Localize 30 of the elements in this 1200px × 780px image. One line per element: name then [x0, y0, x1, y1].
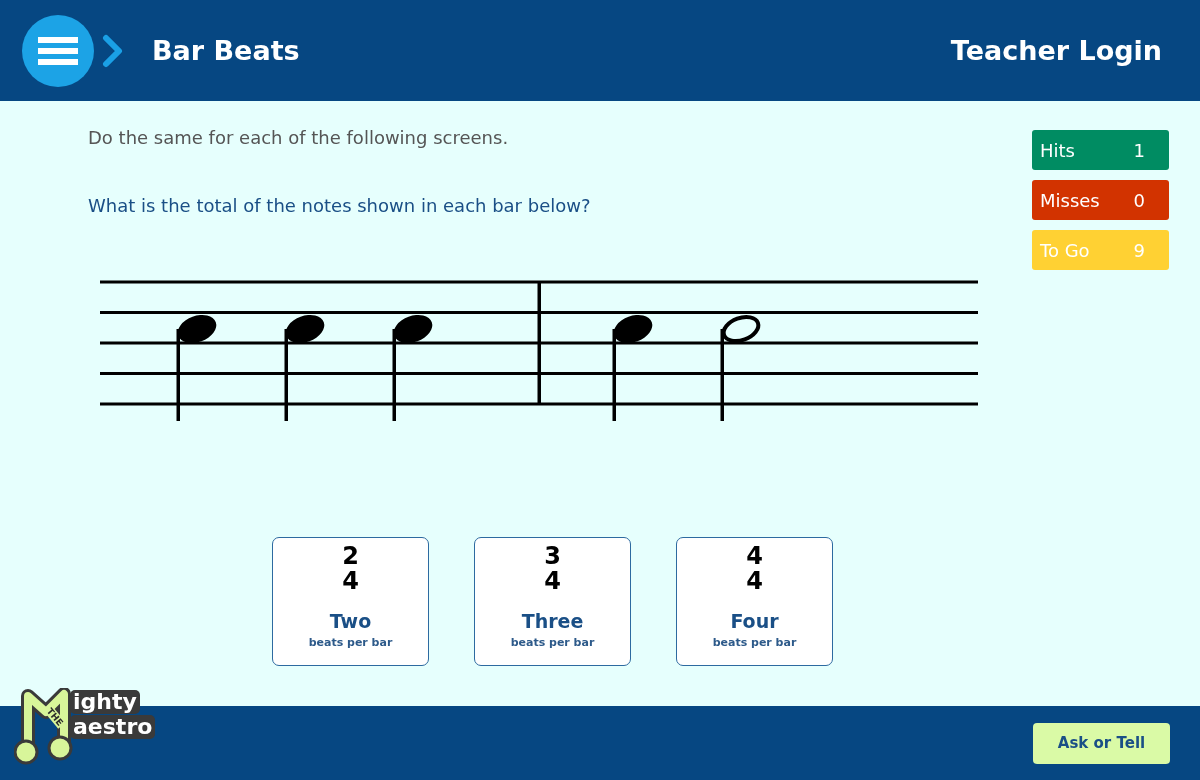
time-signature-denominator: 4	[746, 569, 763, 594]
time-signature-denominator: 4	[544, 569, 561, 594]
chevron-right-icon[interactable]	[102, 33, 124, 68]
time-signature-denominator: 4	[342, 569, 359, 594]
teacher-login-link[interactable]: Teacher Login	[950, 35, 1162, 66]
instruction-text: Do the same for each of the following screens.	[88, 127, 510, 148]
answer-caption: beats per bar	[712, 636, 797, 649]
question-text: What is the total of the notes shown in each bar below?	[88, 195, 592, 216]
page-title: Bar Beats	[152, 35, 300, 66]
score-label: To Go	[1040, 239, 1090, 261]
logo-text: aestro	[70, 715, 156, 739]
time-signature-numerator: 4	[746, 544, 763, 569]
score-value: 1	[1133, 139, 1145, 161]
answer-word: Two	[329, 610, 372, 632]
time-signature-numerator: 2	[342, 544, 359, 569]
ask-or-tell-button[interactable]: Ask or Tell	[1033, 722, 1170, 764]
answer-card[interactable]: 3 4 Three beats per bar	[474, 537, 631, 666]
answer-card[interactable]: 4 4 Four beats per bar	[676, 537, 833, 666]
answer-card[interactable]: 2 4 Two beats per bar	[272, 537, 429, 666]
score-value: 9	[1133, 239, 1145, 261]
score-label: Misses	[1040, 189, 1100, 211]
answer-caption: beats per bar	[510, 636, 595, 649]
answer-word: Four	[730, 610, 779, 632]
time-signature-numerator: 3	[544, 544, 561, 569]
logo-text: ighty	[70, 690, 140, 714]
score-value: 0	[1133, 189, 1145, 211]
score-label: Hits	[1040, 139, 1075, 161]
answer-word: Three	[521, 610, 584, 632]
answer-caption: beats per bar	[308, 636, 393, 649]
menu-icon	[38, 35, 78, 66]
